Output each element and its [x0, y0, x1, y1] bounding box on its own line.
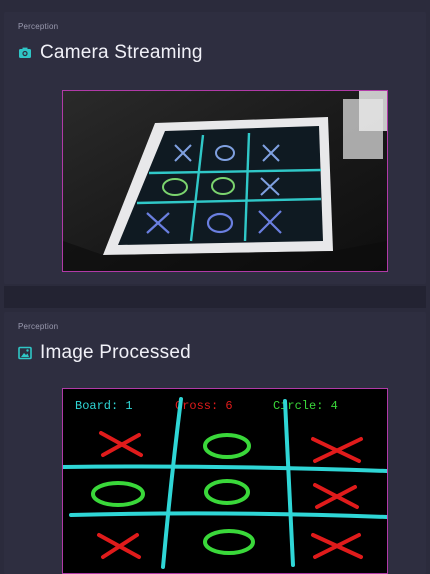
image-processed-panel: Perception Image Processed Board: 1 Cros… — [4, 312, 426, 574]
circle-count-label: Circle: 4 — [273, 399, 338, 413]
camera-stream-image — [62, 90, 388, 272]
panel-category-label: Perception — [18, 322, 59, 331]
processed-image: Board: 1 Cross: 6 Circle: 4 — [62, 388, 388, 574]
image-icon — [18, 346, 32, 360]
camera-streaming-panel: Perception Camera Streaming — [4, 12, 426, 284]
panel-category-label: Perception — [18, 22, 59, 31]
panel-title: Image Processed — [40, 342, 191, 363]
board-count-label: Board: 1 — [75, 399, 133, 413]
panel-title: Camera Streaming — [40, 42, 203, 63]
panel-header: Camera Streaming — [18, 42, 203, 64]
camera-icon — [18, 46, 32, 60]
panel-separator — [4, 286, 426, 308]
cross-count-label: Cross: 6 — [175, 399, 233, 413]
panel-header: Image Processed — [18, 342, 191, 364]
